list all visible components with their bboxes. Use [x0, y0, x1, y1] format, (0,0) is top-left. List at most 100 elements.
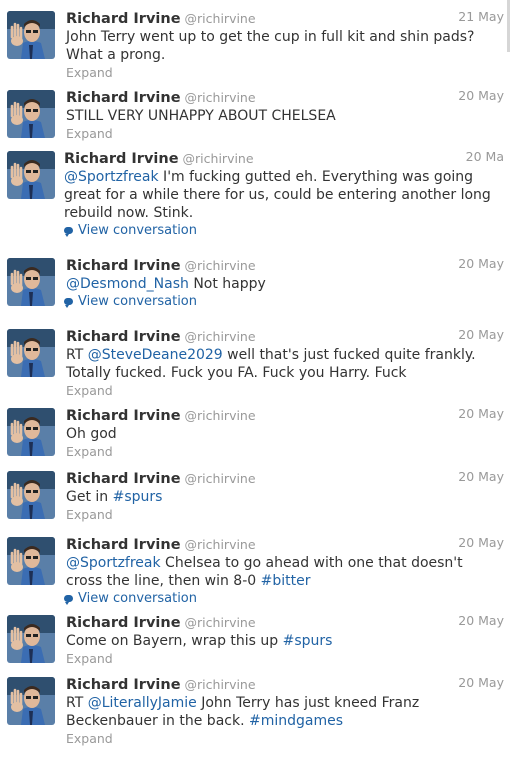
- timestamp[interactable]: 20 May: [458, 327, 504, 342]
- speech-bubble-icon: [64, 595, 73, 605]
- mention-link[interactable]: @LiterallyJamie: [88, 695, 197, 711]
- tweet-text: @Desmond_Nash Not happy: [66, 275, 496, 293]
- tweet-text: RT @SteveDeane2029 well that's just fuck…: [66, 346, 496, 382]
- timestamp[interactable]: 20 May: [458, 535, 504, 550]
- tweet-text-line: What a prong.: [66, 46, 496, 64]
- avatar[interactable]: [7, 258, 55, 306]
- user-name[interactable]: Richard Irvine: [66, 615, 181, 631]
- speech-bubble-icon: [64, 298, 73, 308]
- user-handle[interactable]: @richirvine: [185, 537, 256, 552]
- timestamp[interactable]: 21 May: [458, 9, 504, 24]
- mention-link[interactable]: @Sportzfreak: [66, 555, 161, 571]
- tweet-text: @Sportzfreak I'm fucking gutted eh. Ever…: [64, 168, 494, 222]
- expand-link[interactable]: Expand: [66, 383, 113, 398]
- text-segment: STILL VERY UNHAPPY ABOUT CHELSEA: [66, 108, 336, 124]
- tweet-header: Richard Irvine @richirvine 20 May: [66, 674, 504, 693]
- view-conversation-label[interactable]: View conversation: [78, 294, 197, 309]
- user-name[interactable]: Richard Irvine: [66, 90, 181, 106]
- hashtag-link[interactable]: #mindgames: [249, 713, 343, 729]
- avatar[interactable]: [7, 677, 55, 725]
- user-handle[interactable]: @richirvine: [185, 11, 256, 26]
- expand-link[interactable]: Expand: [66, 444, 113, 459]
- view-conversation-label[interactable]: View conversation: [78, 591, 197, 606]
- tweet-header: Richard Irvine @richirvine 20 May: [66, 326, 504, 345]
- tweet-text: Oh god: [66, 425, 496, 443]
- avatar[interactable]: [7, 615, 55, 663]
- timestamp[interactable]: 20 May: [458, 613, 504, 628]
- text-segment: Get in: [66, 489, 113, 505]
- tweet-text-line: Totally fucked. Fuck you FA. Fuck you Ha…: [66, 364, 496, 382]
- view-conversation-label[interactable]: View conversation: [78, 223, 197, 238]
- expand-link[interactable]: Expand: [66, 731, 113, 746]
- tweet-header: Richard Irvine @richirvine 20 May: [66, 612, 504, 631]
- text-segment: John Terry has just kneed Franz: [196, 695, 420, 711]
- user-handle[interactable]: @richirvine: [185, 90, 256, 105]
- text-segment: cross the line, then win 8-0: [66, 573, 261, 589]
- tweet-text-line: @Sportzfreak I'm fucking gutted eh. Ever…: [64, 168, 494, 186]
- tweet-text-line: Get in #spurs: [66, 488, 496, 506]
- expand-link[interactable]: Expand: [66, 651, 113, 666]
- timestamp[interactable]: 20 May: [458, 88, 504, 103]
- speech-bubble-icon: [64, 227, 73, 237]
- avatar[interactable]: [7, 11, 55, 59]
- user-name[interactable]: Richard Irvine: [66, 537, 181, 553]
- hashtag-link[interactable]: #spurs: [283, 633, 333, 649]
- tweet-header: Richard Irvine @richirvine 21 May: [66, 8, 504, 27]
- user-name[interactable]: Richard Irvine: [66, 11, 181, 27]
- tweet-header: Richard Irvine @richirvine 20 May: [66, 468, 504, 487]
- user-handle[interactable]: @richirvine: [183, 151, 254, 166]
- tweet-header: Richard Irvine @richirvine 20 May: [66, 405, 504, 424]
- expand-link[interactable]: Expand: [66, 507, 113, 522]
- text-segment: Chelsea to go ahead with one that doesn'…: [160, 555, 463, 571]
- tweet-text: Come on Bayern, wrap this up #spurs: [66, 632, 496, 650]
- tweet-text-line: cross the line, then win 8-0 #bitter: [66, 572, 496, 590]
- avatar[interactable]: [7, 471, 55, 519]
- view-conversation-link[interactable]: View conversation: [64, 223, 197, 238]
- mention-link[interactable]: @SteveDeane2029: [88, 347, 223, 363]
- text-segment: I'm fucking gutted eh. Everything was go…: [158, 169, 474, 185]
- hashtag-link[interactable]: #spurs: [113, 489, 163, 505]
- user-name[interactable]: Richard Irvine: [64, 151, 179, 167]
- tweet-text: STILL VERY UNHAPPY ABOUT CHELSEA: [66, 107, 496, 125]
- user-name[interactable]: Richard Irvine: [66, 677, 181, 693]
- avatar[interactable]: [7, 90, 55, 138]
- user-handle[interactable]: @richirvine: [185, 408, 256, 423]
- view-conversation-link[interactable]: View conversation: [64, 294, 197, 309]
- avatar[interactable]: [7, 537, 55, 585]
- text-segment: Totally fucked. Fuck you FA. Fuck you Ha…: [66, 365, 407, 381]
- user-name[interactable]: Richard Irvine: [66, 408, 181, 424]
- mention-link[interactable]: @Sportzfreak: [64, 169, 159, 185]
- tweet-text-line: great for a while there for us, could be…: [64, 186, 494, 204]
- tweet-text-line: RT @SteveDeane2029 well that's just fuck…: [66, 346, 496, 364]
- tweet-header: Richard Irvine @richirvine 20 May: [66, 255, 504, 274]
- user-handle[interactable]: @richirvine: [185, 471, 256, 486]
- timestamp[interactable]: 20 May: [458, 675, 504, 690]
- mention-link[interactable]: @Desmond_Nash: [66, 276, 189, 292]
- tweet-text-line: Oh god: [66, 425, 496, 443]
- user-name[interactable]: Richard Irvine: [66, 258, 181, 274]
- user-handle[interactable]: @richirvine: [185, 677, 256, 692]
- tweet-text: @Sportzfreak Chelsea to go ahead with on…: [66, 554, 496, 590]
- timestamp[interactable]: 20 Ma: [466, 149, 504, 164]
- user-handle[interactable]: @richirvine: [185, 615, 256, 630]
- text-segment: John Terry went up to get the cup in ful…: [66, 29, 475, 45]
- tweet-header: Richard Irvine @richirvine 20 May: [66, 87, 504, 106]
- text-segment: great for a while there for us, could be…: [64, 187, 491, 203]
- avatar[interactable]: [7, 329, 55, 377]
- avatar[interactable]: [7, 151, 55, 199]
- timestamp[interactable]: 20 May: [458, 256, 504, 271]
- user-name[interactable]: Richard Irvine: [66, 329, 181, 345]
- avatar[interactable]: [7, 408, 55, 456]
- expand-link[interactable]: Expand: [66, 65, 113, 80]
- timestamp[interactable]: 20 May: [458, 469, 504, 484]
- tweet-header: Richard Irvine @richirvine 20 May: [66, 534, 504, 553]
- text-segment: Not happy: [188, 276, 266, 292]
- user-name[interactable]: Richard Irvine: [66, 471, 181, 487]
- hashtag-link[interactable]: #bitter: [261, 573, 311, 589]
- timestamp[interactable]: 20 May: [458, 406, 504, 421]
- expand-link[interactable]: Expand: [66, 126, 113, 141]
- user-handle[interactable]: @richirvine: [185, 329, 256, 344]
- view-conversation-link[interactable]: View conversation: [64, 591, 197, 606]
- user-handle[interactable]: @richirvine: [185, 258, 256, 273]
- tweet-header: Richard Irvine @richirvine 20 Ma: [64, 148, 504, 167]
